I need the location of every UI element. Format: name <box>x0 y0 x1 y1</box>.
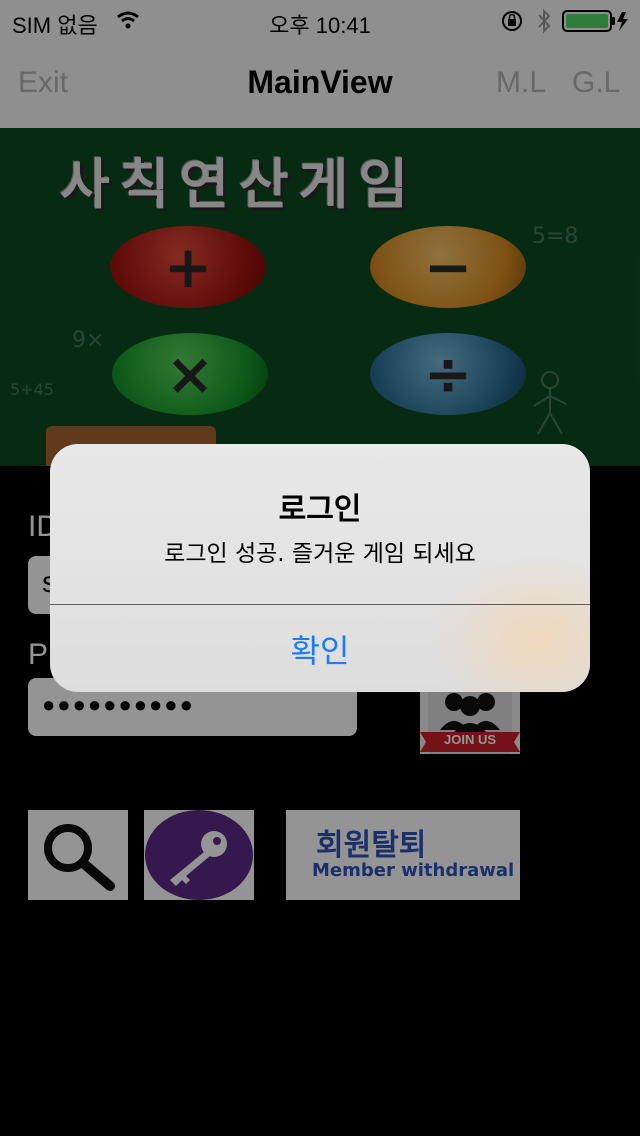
alert-message: 로그인 성공. 즐거운 게임 되세요 <box>164 541 476 567</box>
login-alert-dialog: 로그인 로그인 성공. 즐거운 게임 되세요 확인 <box>50 444 590 692</box>
alert-title: 로그인 <box>278 492 362 527</box>
confirm-button[interactable]: 확인 <box>50 605 590 692</box>
